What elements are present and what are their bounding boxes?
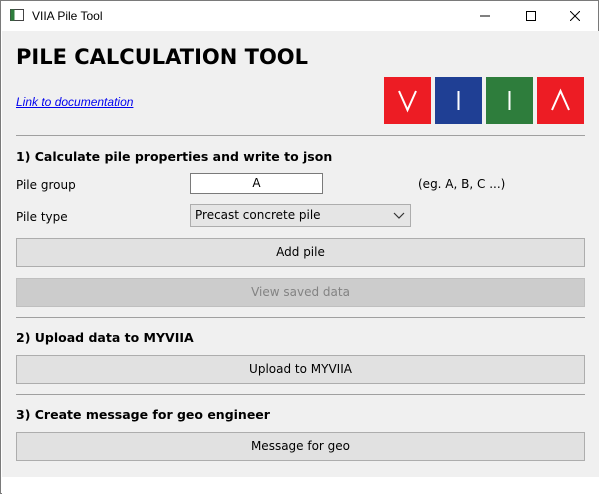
logo-tile-3: [486, 77, 533, 124]
pile-type-value: Precast concrete pile: [195, 208, 321, 222]
pile-type-label: Pile type: [16, 210, 68, 224]
viia-logo: [384, 77, 584, 124]
view-saved-data-button[interactable]: View saved data: [16, 278, 585, 307]
upload-myviia-button[interactable]: Upload to MYVIIA: [16, 355, 585, 384]
section-3-heading: 3) Create message for geo engineer: [16, 407, 270, 422]
section-2-heading: 2) Upload data to MYVIIA: [16, 330, 194, 345]
section-1-heading: 1) Calculate pile properties and write t…: [16, 149, 333, 164]
minimize-icon: [480, 15, 490, 17]
message-for-geo-button[interactable]: Message for geo: [16, 432, 585, 461]
pile-group-hint: (eg. A, B, C ...): [418, 177, 506, 191]
chevron-down-icon: [393, 212, 405, 219]
window-bottom-strip: [2, 477, 599, 494]
window-title: VIIA Pile Tool: [32, 9, 103, 23]
maximize-button[interactable]: [508, 1, 554, 31]
title-bar[interactable]: VIIA Pile Tool: [1, 1, 598, 31]
logo-i-glyph: [435, 77, 482, 124]
maximize-icon: [526, 11, 536, 21]
close-icon: [570, 11, 580, 21]
minimize-button[interactable]: [462, 1, 508, 31]
page-title: PILE CALCULATION TOOL: [16, 45, 309, 69]
logo-a-glyph: [537, 77, 584, 124]
add-pile-button[interactable]: Add pile: [16, 238, 585, 267]
documentation-link[interactable]: Link to documentation: [16, 95, 133, 109]
divider: [16, 135, 585, 136]
logo-tile-1: [384, 77, 431, 124]
logo-tile-2: [435, 77, 482, 124]
pile-type-select[interactable]: Precast concrete pile: [190, 204, 411, 227]
logo-v-glyph: [384, 77, 431, 124]
pile-group-label: Pile group: [16, 178, 76, 192]
pile-group-input[interactable]: A: [190, 173, 323, 194]
divider: [16, 394, 585, 395]
logo-i-glyph-2: [486, 77, 533, 124]
app-window: VIIA Pile Tool PILE CALCULATION TOOL Lin…: [0, 0, 599, 494]
close-button[interactable]: [552, 1, 598, 31]
divider: [16, 317, 585, 318]
logo-tile-4: [537, 77, 584, 124]
window-app-icon: [10, 9, 24, 21]
main-panel: PILE CALCULATION TOOL Link to documentat…: [2, 31, 599, 477]
